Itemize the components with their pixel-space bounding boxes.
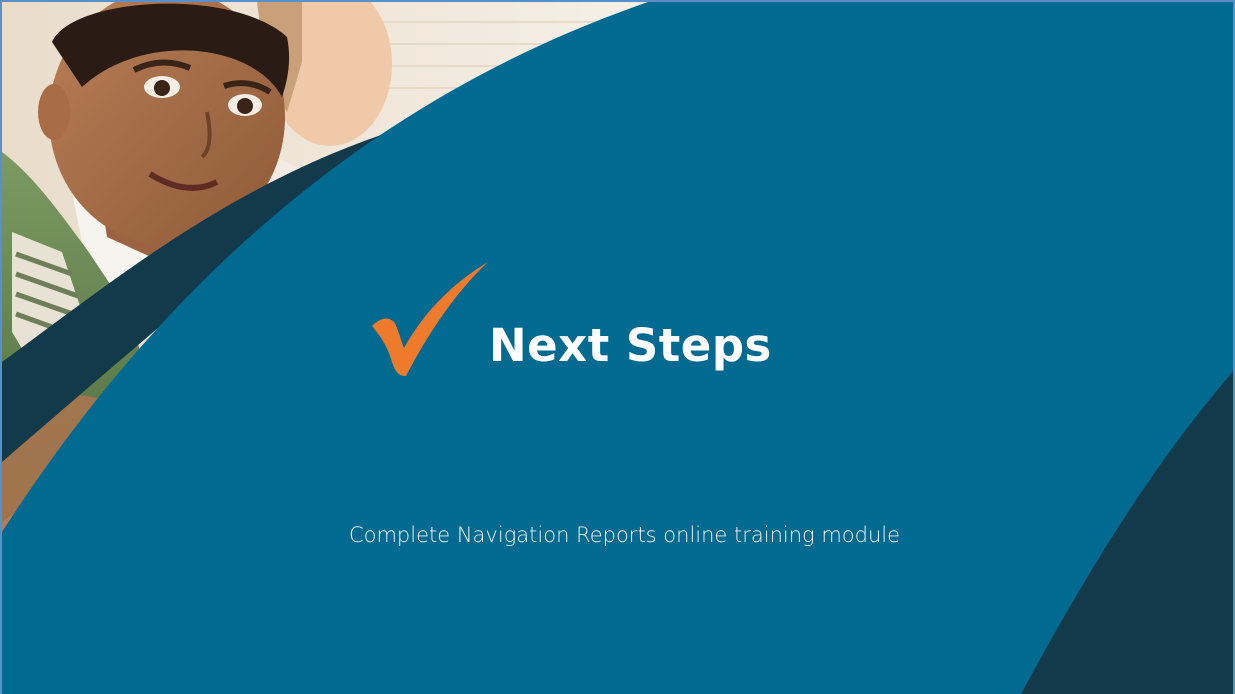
slide-title: Next Steps bbox=[489, 319, 772, 372]
title-group: Next Steps bbox=[368, 260, 848, 380]
slide: Next Steps Complete Navigation Reports o… bbox=[0, 0, 1235, 694]
slide-subtitle-text: Complete Navigation Reports online train… bbox=[348, 523, 901, 547]
slide-subtitle: Complete Navigation Reports online train… bbox=[2, 520, 1233, 550]
checkmark-icon bbox=[372, 262, 488, 376]
